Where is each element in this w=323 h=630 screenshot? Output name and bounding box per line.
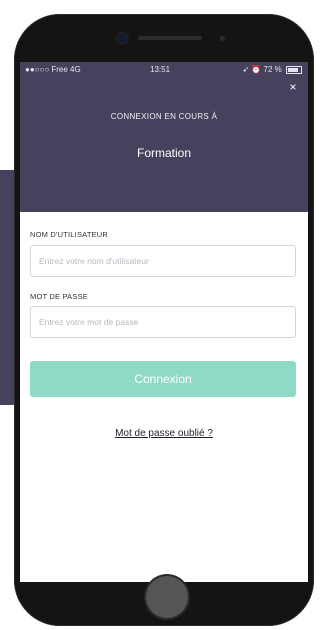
- status-right-group: ➶ ⏰ 72 %: [242, 65, 302, 74]
- battery-percent: 72 %: [263, 65, 282, 74]
- app-screen: ●●○○○ Free 4G 13:51 ➶ ⏰ 72 % × CONNEXION…: [20, 62, 308, 582]
- home-button[interactable]: [146, 576, 188, 618]
- forgot-password-link[interactable]: Mot de passe oublié ?: [20, 428, 308, 439]
- phone-top-bezel: [14, 14, 314, 62]
- phone-frame: ●●○○○ Free 4G 13:51 ➶ ⏰ 72 % × CONNEXION…: [14, 14, 314, 626]
- proximity-sensor: [220, 36, 225, 41]
- status-time: 13:51: [150, 65, 171, 74]
- password-label: MOT DE PASSE: [30, 292, 88, 301]
- organization-name: Formation: [136, 146, 192, 160]
- location-alarm-icons: ➶ ⏰: [242, 65, 262, 74]
- status-bar: ●●○○○ Free 4G 13:51 ➶ ⏰ 72 %: [20, 62, 308, 80]
- front-camera: [118, 34, 127, 43]
- login-button[interactable]: Connexion: [30, 361, 296, 397]
- username-input[interactable]: [30, 245, 296, 277]
- carrier-signal: ●●○○○ Free 4G: [25, 65, 81, 74]
- earpiece-speaker: [138, 36, 202, 40]
- close-icon[interactable]: ×: [286, 80, 300, 94]
- battery-icon: [286, 65, 302, 74]
- username-label: NOM D'UTILISATEUR: [30, 230, 109, 239]
- connecting-label: CONNEXION EN COURS À: [110, 112, 218, 121]
- password-input[interactable]: [30, 306, 296, 338]
- login-header: ●●○○○ Free 4G 13:51 ➶ ⏰ 72 % × CONNEXION…: [20, 62, 308, 212]
